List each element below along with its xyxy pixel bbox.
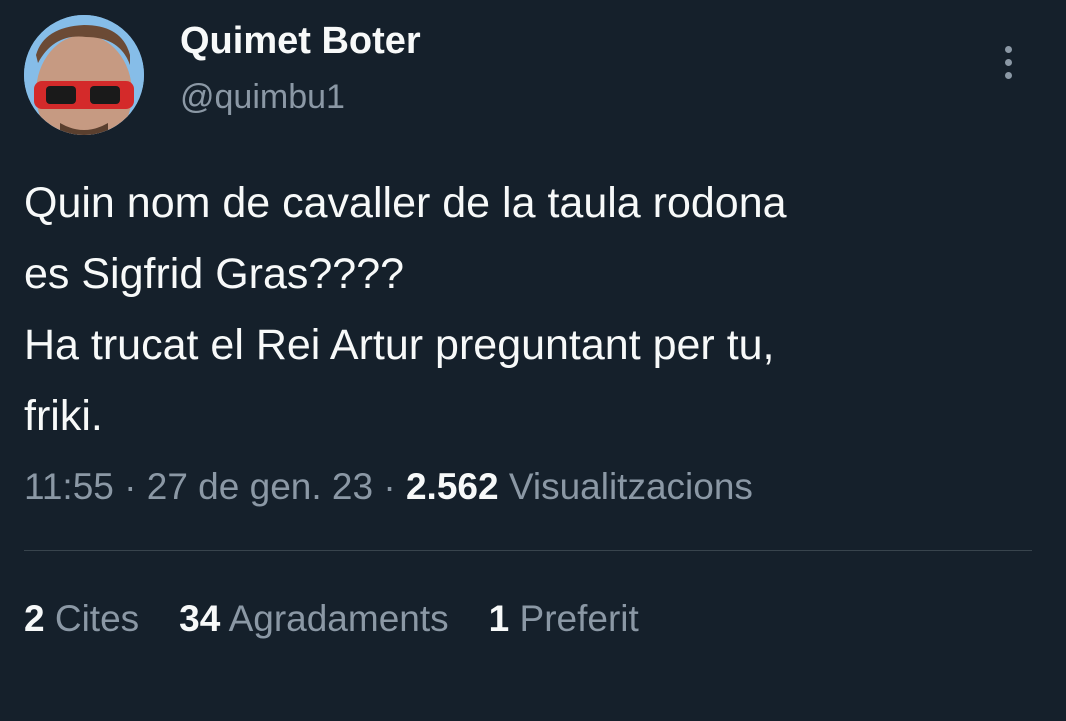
engagement-stats: 2 Cites 34 Agradaments 1 Preferit (24, 598, 679, 640)
tweet-card: Quimet Boter @quimbu1 Quin nom de cavall… (0, 0, 1066, 721)
views-label: Visualitzacions (508, 466, 753, 507)
bookmarks-label: Preferit (519, 598, 639, 639)
bookmarks-count: 1 (488, 598, 510, 639)
quotes-count: 2 (24, 598, 45, 639)
avatar[interactable] (24, 15, 144, 135)
display-name[interactable]: Quimet Boter (180, 20, 421, 63)
tweet-metadata: 11:55 · 27 de gen. 23 · 2.562 Visualitza… (24, 466, 753, 508)
quotes-stat[interactable]: 2 Cites (24, 598, 139, 640)
tweet-text-line: friki. (24, 392, 103, 440)
quotes-label: Cites (54, 598, 140, 639)
user-handle[interactable]: @quimbu1 (180, 78, 345, 117)
likes-label: Agradaments (228, 598, 449, 639)
meta-separator: · (124, 466, 137, 507)
more-options-button[interactable] (990, 38, 1026, 86)
avatar-image (24, 15, 144, 135)
divider (24, 550, 1032, 551)
tweet-text-line: Ha trucat el Rei Artur preguntant per tu… (24, 321, 775, 369)
more-vertical-icon-dot (1004, 58, 1012, 66)
tweet-text-line: es Sigfrid Gras???? (24, 250, 405, 298)
tweet-time[interactable]: 11:55 (24, 466, 114, 507)
tweet-date[interactable]: 27 de gen. 23 (147, 466, 373, 507)
more-vertical-icon (1004, 45, 1012, 53)
likes-count: 34 (179, 598, 221, 639)
bookmarks-stat[interactable]: 1 Preferit (489, 598, 639, 640)
views-count: 2.562 (405, 466, 499, 507)
tweet-text: Quin nom de cavaller de la taula rodona … (24, 168, 1034, 452)
likes-stat[interactable]: 34 Agradaments (179, 598, 448, 640)
meta-separator: · (383, 466, 396, 507)
tweet-text-line: Quin nom de cavaller de la taula rodona (24, 179, 787, 227)
more-vertical-icon-dot (1004, 71, 1012, 79)
